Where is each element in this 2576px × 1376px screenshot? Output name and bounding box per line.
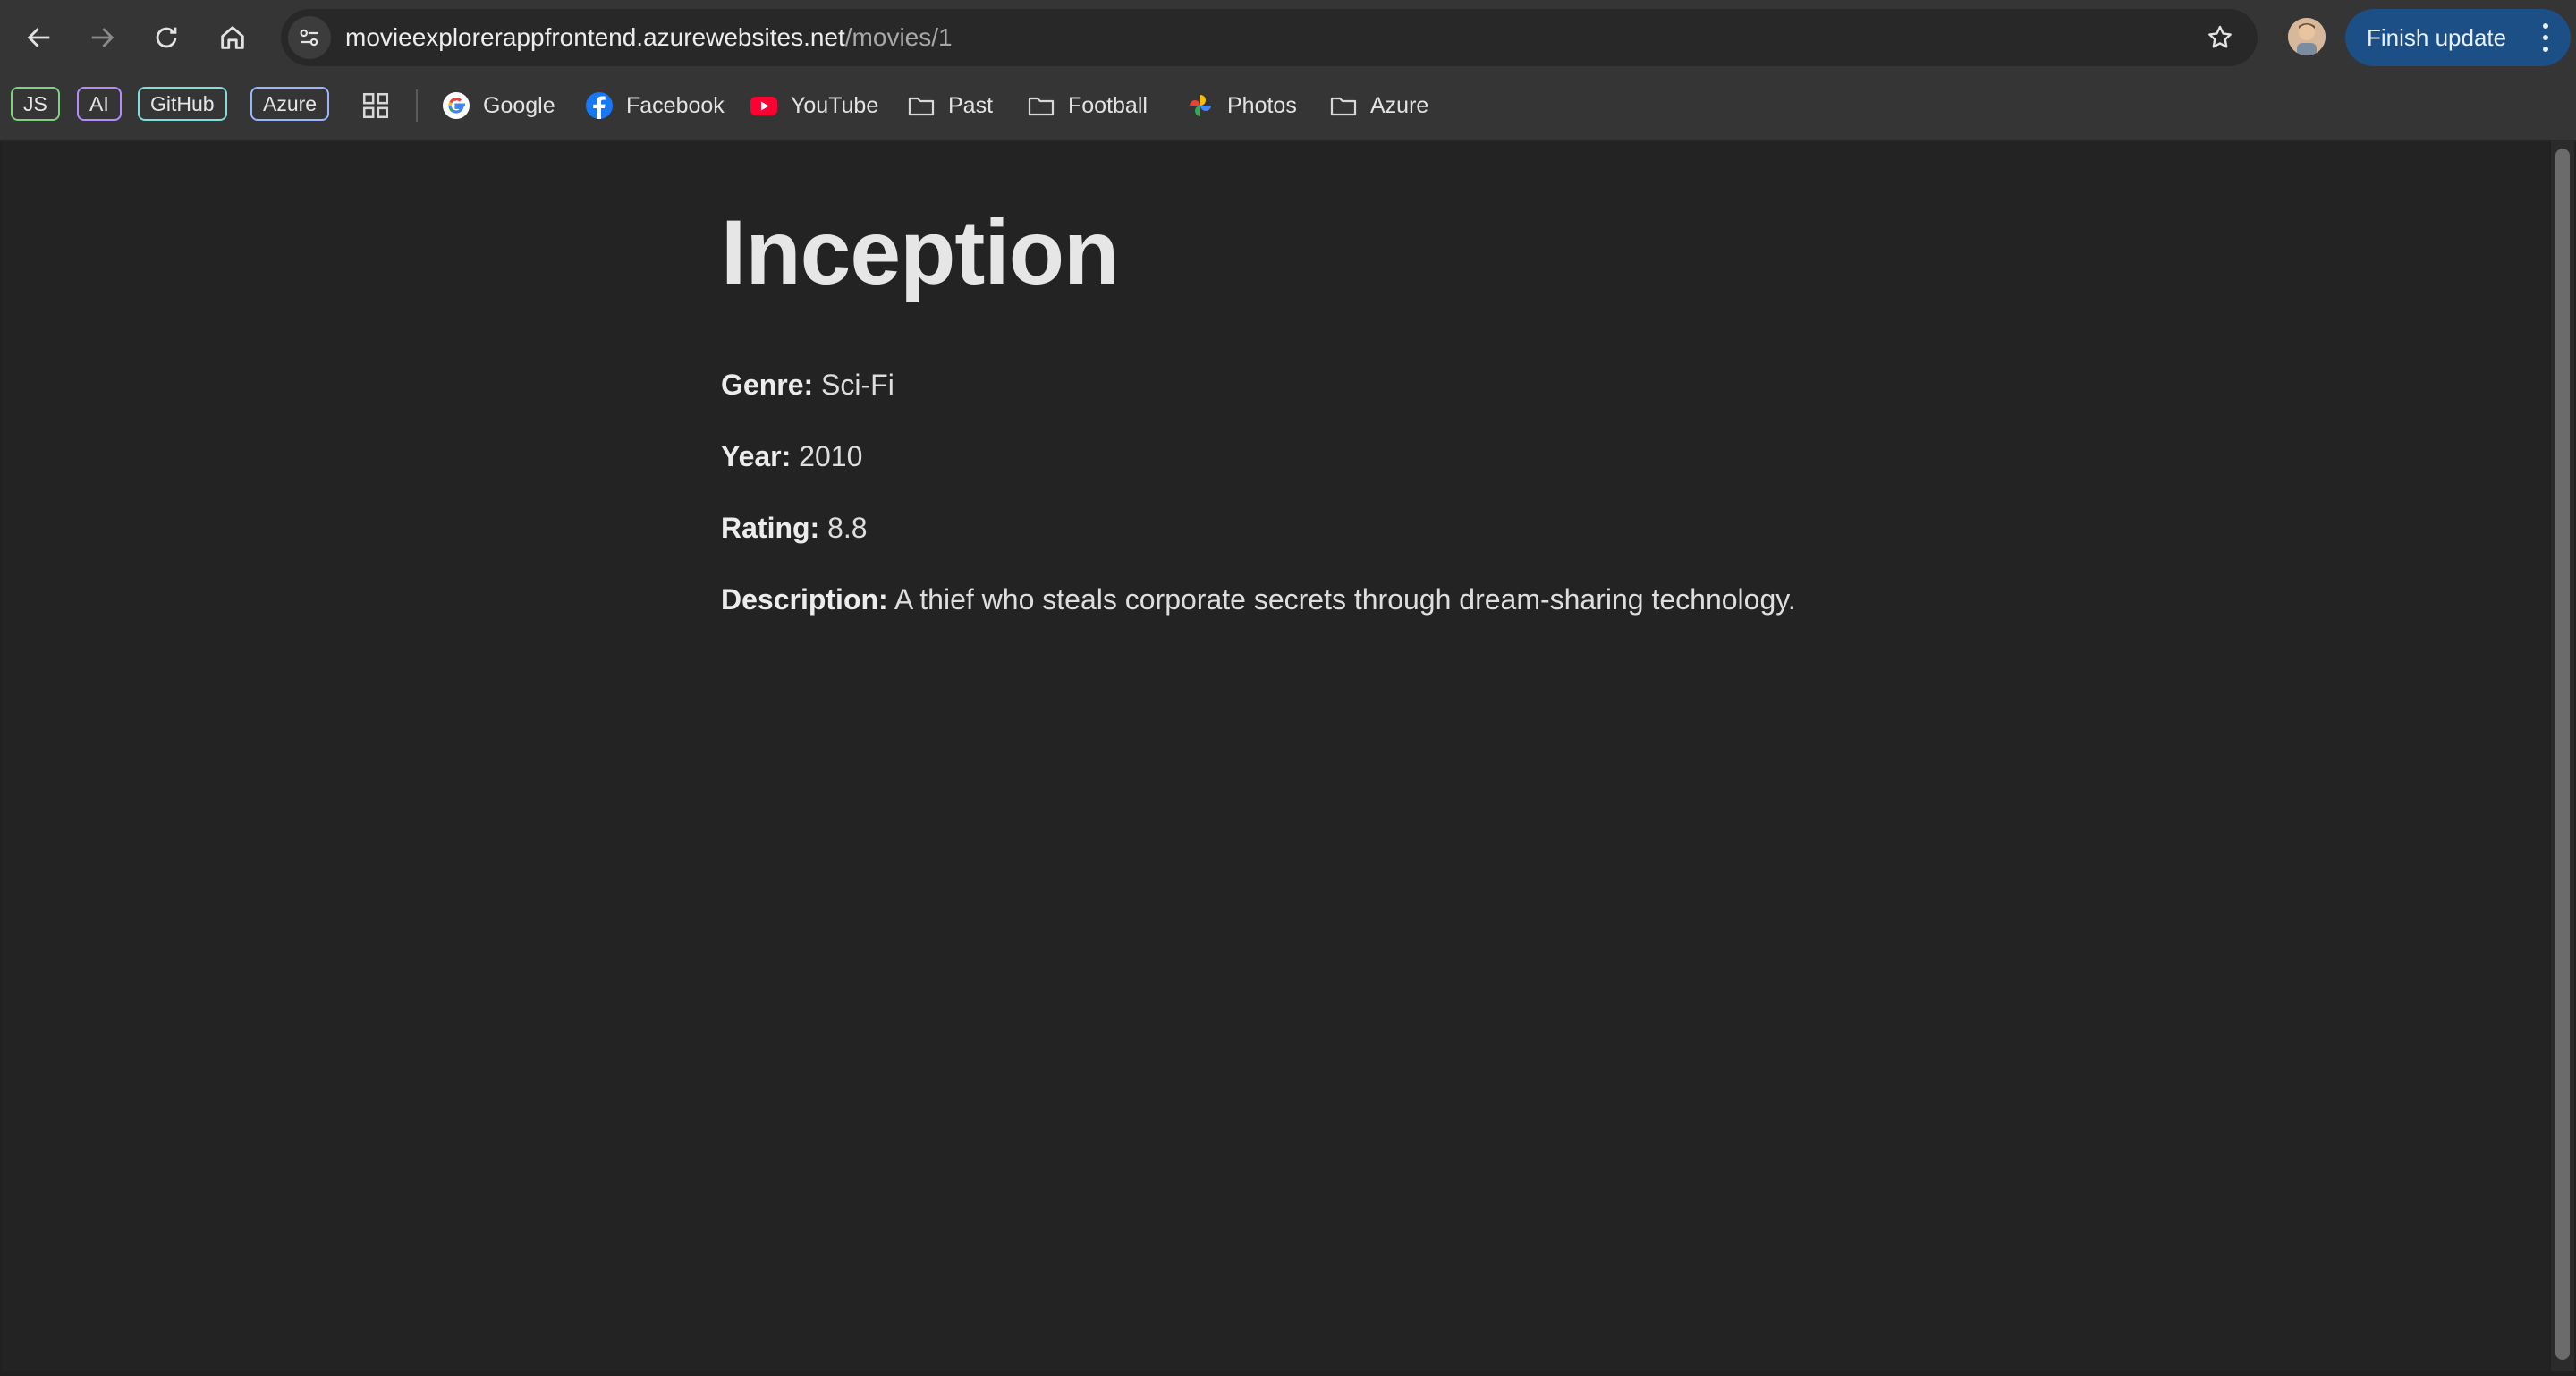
year-value: 2010 [799, 440, 863, 472]
facebook-icon [585, 91, 614, 120]
vertical-scrollbar[interactable] [2551, 141, 2574, 1371]
movie-rating: Rating: 8.8 [721, 512, 868, 545]
profile-picture-icon [2288, 18, 2326, 55]
bookmark-label: Football [1068, 92, 1148, 118]
movie-year: Year: 2010 [721, 440, 862, 473]
bookmark-star-button[interactable] [2200, 18, 2240, 57]
url-host: movieexplorerappfrontend.azurewebsites.n… [345, 23, 845, 51]
rating-label: Rating: [721, 512, 820, 544]
finish-update-label: Finish update [2367, 23, 2507, 51]
scrollbar-thumb[interactable] [2555, 149, 2570, 1360]
bookmark-chip-ai[interactable]: AI [77, 87, 122, 121]
genre-label: Genre: [721, 369, 814, 401]
bookmark-folder-past[interactable]: Past [907, 86, 993, 125]
reload-icon [156, 27, 177, 48]
bookmarks-bar: JS AI GitHub Azure Google Facebook YouTu… [0, 75, 2576, 141]
address-bar[interactable]: movieexplorerappfrontend.azurewebsites.n… [281, 9, 2258, 66]
bookmark-youtube[interactable]: YouTube [750, 86, 878, 125]
photos-icon [1186, 91, 1215, 120]
movie-genre: Genre: Sci-Fi [721, 369, 894, 402]
star-icon [2208, 25, 2232, 48]
forward-button[interactable] [77, 13, 127, 63]
finish-update-button[interactable]: Finish update [2345, 9, 2571, 66]
movie-title: Inception [721, 201, 1119, 303]
movie-description: Description: A thief who steals corporat… [721, 583, 1796, 616]
folder-icon [907, 91, 936, 120]
bookmark-label: Photos [1227, 92, 1297, 118]
arrow-right-icon [91, 28, 114, 47]
rating-value: 8.8 [827, 512, 868, 544]
site-info-button[interactable] [288, 16, 331, 59]
bookmark-photos[interactable]: Photos [1186, 86, 1297, 125]
bookmark-chip-js[interactable]: JS [11, 87, 60, 121]
bookmark-label: Google [483, 92, 555, 118]
bookmarks-separator [416, 89, 418, 122]
back-button[interactable] [14, 13, 64, 63]
bookmark-google[interactable]: Google [442, 86, 555, 125]
browser-window: movieexplorerappfrontend.azurewebsites.n… [0, 0, 2576, 1376]
bookmark-label: Past [948, 92, 994, 118]
bookmark-folder-football[interactable]: Football [1027, 86, 1148, 125]
apps-grid-icon[interactable] [360, 90, 391, 121]
google-icon [442, 91, 470, 120]
bookmark-chip-azure[interactable]: Azure [250, 87, 330, 121]
bookmark-chip-github[interactable]: GitHub [138, 87, 227, 121]
folder-icon [1027, 91, 1055, 120]
home-button[interactable] [208, 13, 258, 63]
description-value: A thief who steals corporate secrets thr… [894, 583, 1796, 616]
browser-toolbar: movieexplorerappfrontend.azurewebsites.n… [0, 0, 2576, 75]
folder-icon [1329, 91, 1358, 120]
url-path: /movies/1 [844, 23, 953, 51]
bookmark-facebook[interactable]: Facebook [585, 86, 724, 125]
youtube-icon [750, 91, 778, 120]
bookmark-label: Facebook [626, 92, 724, 118]
home-icon [221, 26, 244, 49]
arrow-left-icon [27, 28, 50, 47]
url-text[interactable]: movieexplorerappfrontend.azurewebsites.n… [345, 9, 953, 66]
bookmark-folder-azure[interactable]: Azure [1329, 86, 1428, 125]
description-label: Description: [721, 583, 888, 616]
page-viewport: Inception Genre: Sci-Fi Year: 2010 Ratin… [2, 141, 2549, 1371]
reload-button[interactable] [141, 13, 191, 63]
tune-icon [300, 29, 318, 47]
genre-value: Sci-Fi [821, 369, 894, 401]
profile-avatar[interactable] [2288, 18, 2326, 55]
bookmark-label: YouTube [791, 92, 879, 118]
more-vert-icon[interactable] [2537, 23, 2555, 52]
bookmark-label: Azure [1370, 92, 1429, 118]
year-label: Year: [721, 440, 792, 472]
